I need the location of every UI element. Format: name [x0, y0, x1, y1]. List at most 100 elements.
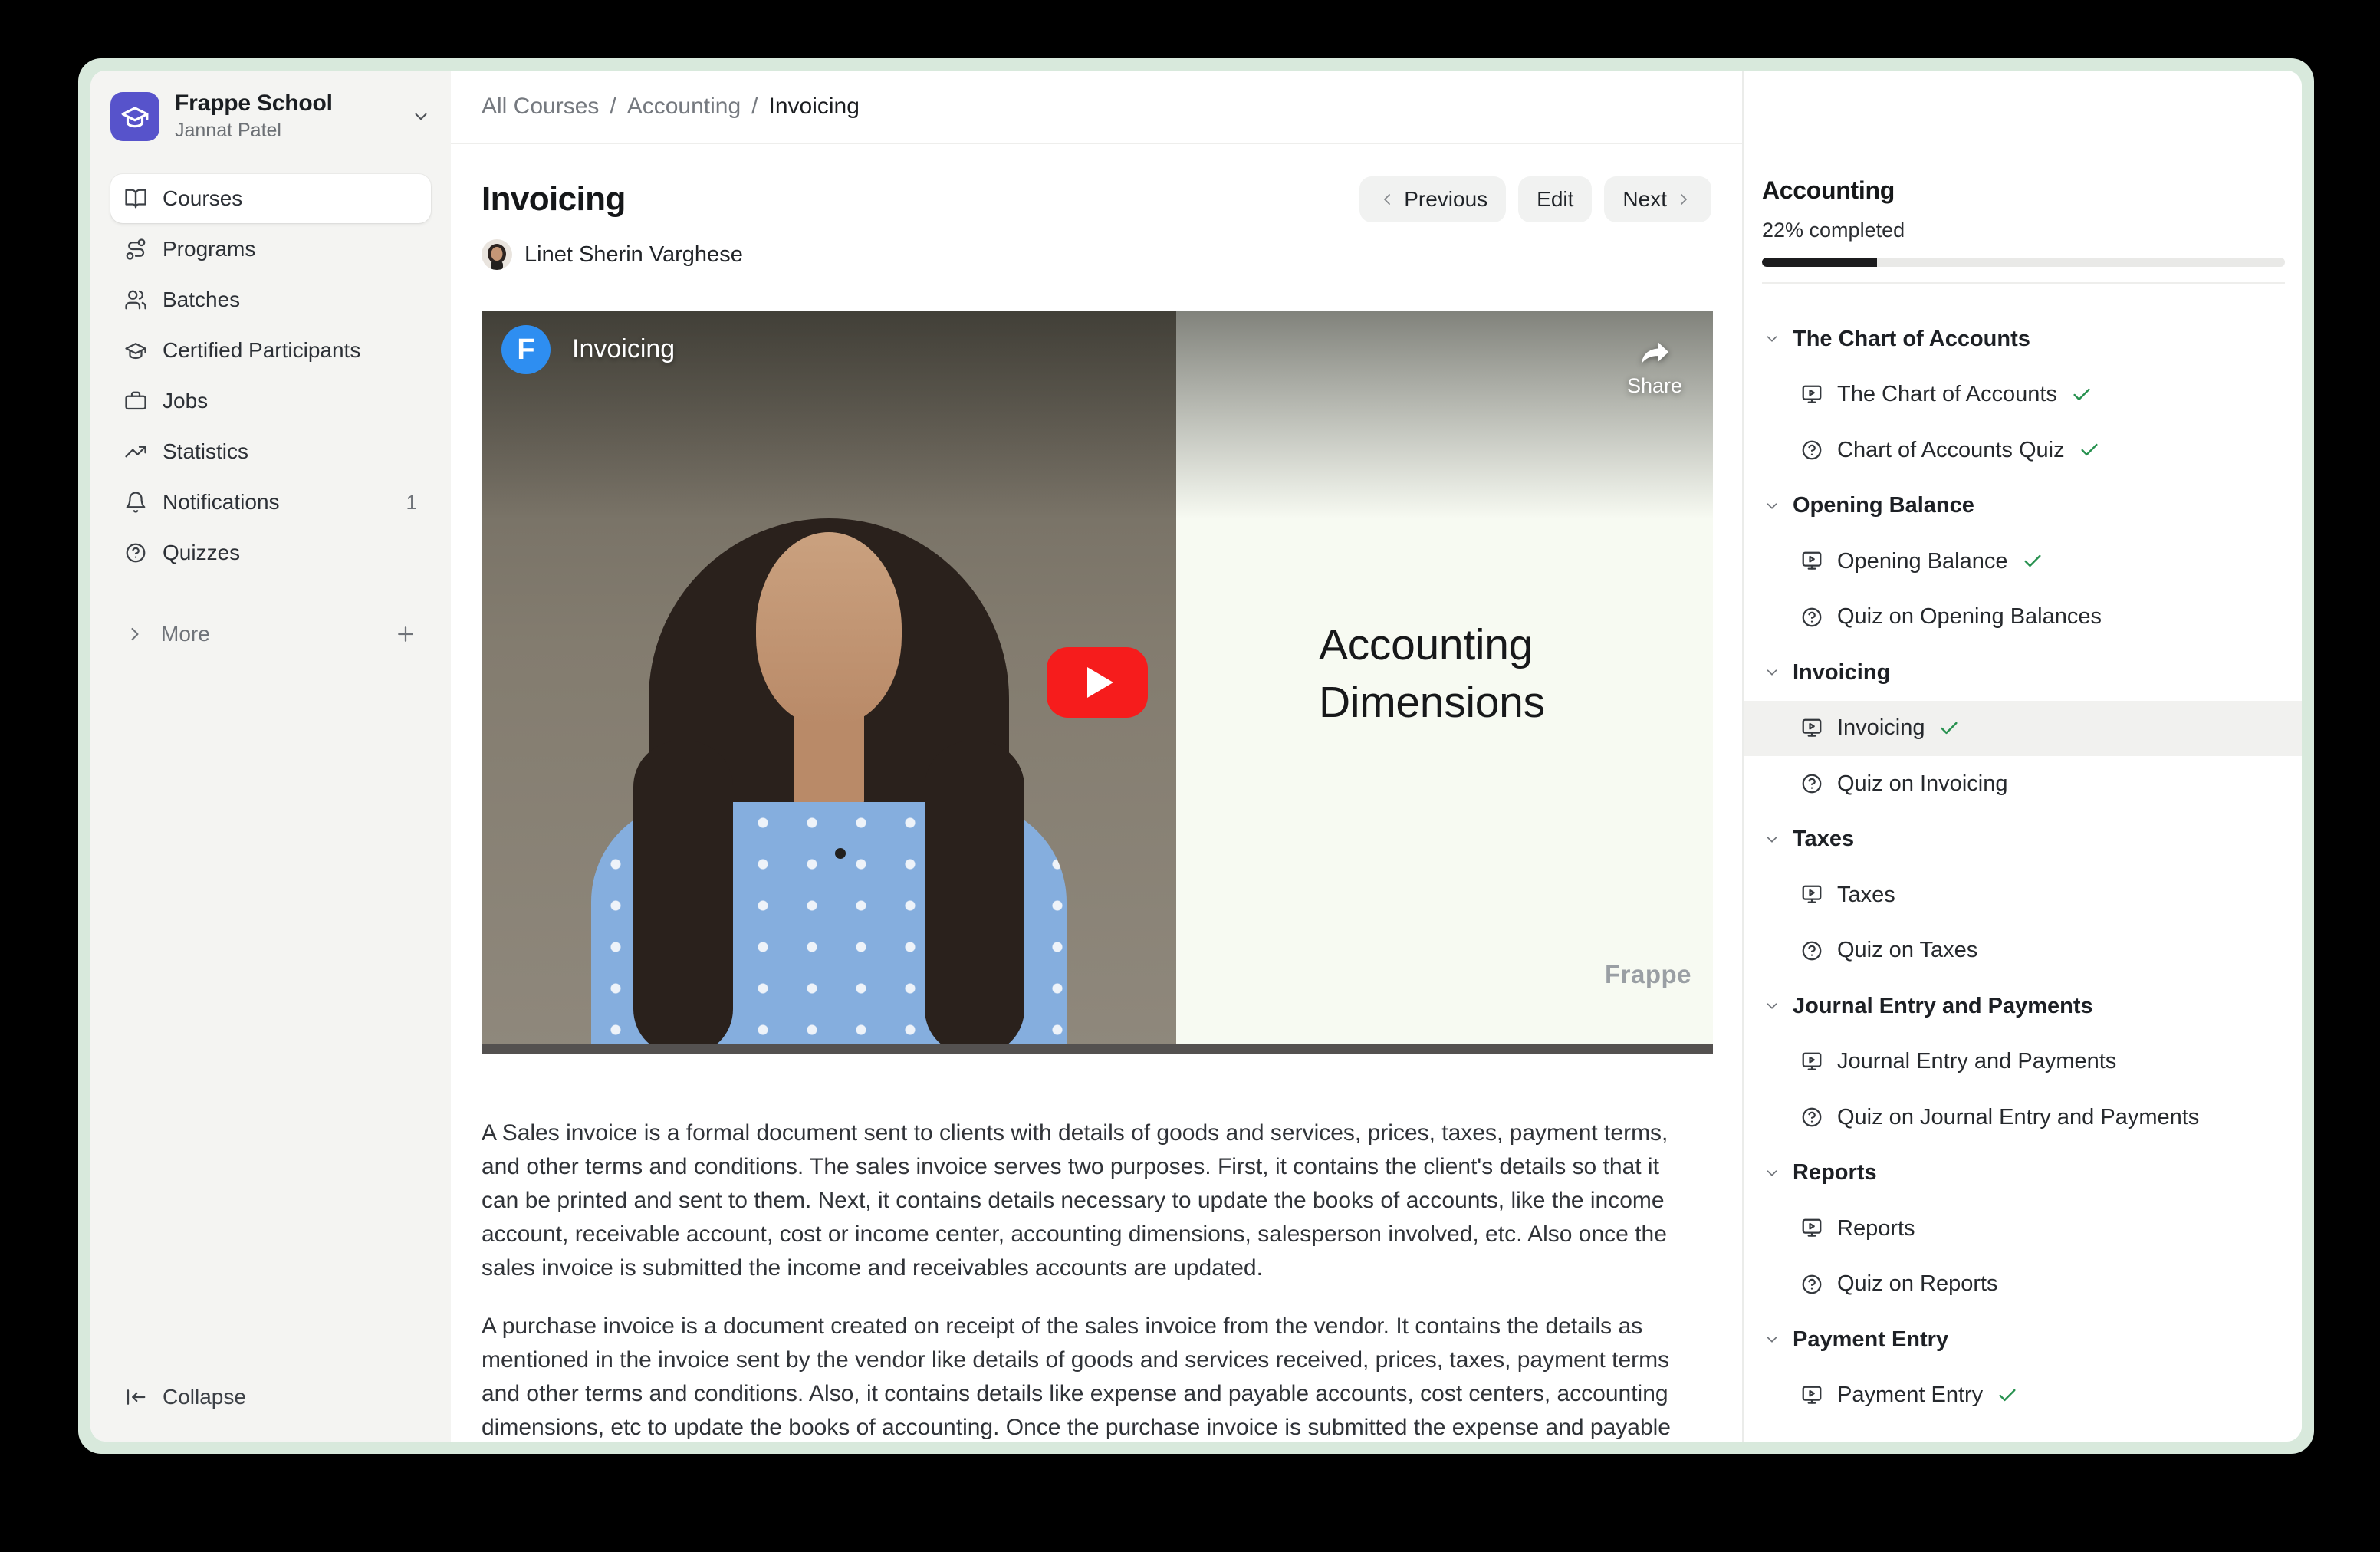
workspace-switcher[interactable]: Frappe School Jannat Patel	[90, 71, 451, 142]
outline-item-quiz-on-taxes[interactable]: Quiz on Taxes	[1744, 923, 2302, 979]
quiz-icon	[1800, 439, 1823, 462]
school-logo	[110, 92, 159, 141]
outline-section-payment-entry[interactable]: Payment Entry	[1744, 1312, 2302, 1368]
breadcrumb-separator: /	[751, 94, 758, 120]
outline-item-opening-balance[interactable]: Opening Balance	[1744, 534, 2302, 590]
breadcrumb-accounting[interactable]: Accounting	[627, 94, 741, 120]
sidebar-more[interactable]: More	[110, 610, 431, 659]
outline-item-invoicing[interactable]: Invoicing	[1744, 701, 2302, 757]
video-player[interactable]: Accounting Dimensions Frappe F Invoicing…	[482, 311, 1713, 1054]
outline-item-label: Quiz on Invoicing	[1837, 771, 2007, 797]
outline-item-quiz-on-invoicing[interactable]: Quiz on Invoicing	[1744, 756, 2302, 812]
collapse-icon	[124, 1386, 147, 1409]
lesson-paragraph: A purchase invoice is a document created…	[482, 1310, 1693, 1442]
course-title: Accounting	[1762, 176, 2285, 205]
graduation-cap-icon	[120, 102, 150, 131]
app-window: Frappe School Jannat Patel Courses Progr…	[90, 71, 2302, 1442]
video-title[interactable]: Invoicing	[572, 334, 675, 364]
lesson-paragraph: A Sales invoice is a formal document sen…	[482, 1116, 1693, 1285]
sidebar-item-label: Courses	[163, 186, 417, 211]
chevron-down-icon	[1764, 998, 1780, 1014]
outline-item-label: Chart of Accounts Quiz	[1837, 438, 2065, 463]
outline-section-the-chart-of-accounts[interactable]: The Chart of Accounts	[1744, 311, 2302, 367]
edit-button[interactable]: Edit	[1518, 176, 1592, 222]
share-icon	[1637, 336, 1672, 371]
outline-item-label: Taxes	[1837, 883, 1895, 908]
outline-section-invoicing[interactable]: Invoicing	[1744, 645, 2302, 701]
outline-item-payment-entry[interactable]: Payment Entry	[1744, 1368, 2302, 1424]
sidebar-spacer	[90, 659, 451, 1373]
video-lesson-icon	[1800, 1051, 1823, 1074]
chevron-down-icon	[411, 107, 431, 127]
desktop-background: Frappe School Jannat Patel Courses Progr…	[0, 0, 2380, 1552]
presenter-mic	[835, 848, 846, 859]
course-outline-header: Accounting 22% completed	[1744, 71, 2302, 284]
slide-title-line1: Accounting	[1319, 617, 1545, 674]
outline-item-reports[interactable]: Reports	[1744, 1201, 2302, 1257]
breadcrumb: All Courses / Accounting / Invoicing	[482, 94, 860, 120]
outline-item-taxes[interactable]: Taxes	[1744, 867, 2302, 923]
chevron-left-icon	[1378, 190, 1396, 209]
sidebar-item-notifications[interactable]: Notifications 1	[110, 478, 431, 527]
route-icon	[124, 238, 147, 261]
previous-button[interactable]: Previous	[1359, 176, 1506, 222]
collapse-button[interactable]: Collapse	[110, 1373, 431, 1422]
breadcrumb-all-courses[interactable]: All Courses	[482, 94, 599, 120]
chevron-down-icon	[1764, 1331, 1780, 1348]
outline-item-quiz-on-journal-entry-and-payments[interactable]: Quiz on Journal Entry and Payments	[1744, 1090, 2302, 1146]
outline-item-label: Quiz on Opening Balances	[1837, 604, 2102, 630]
video-lesson-icon	[1800, 550, 1823, 573]
sidebar-item-quizzes[interactable]: Quizzes	[110, 528, 431, 577]
sidebar-item-statistics[interactable]: Statistics	[110, 427, 431, 476]
outline-item-quiz-on-opening-balances[interactable]: Quiz on Opening Balances	[1744, 590, 2302, 646]
outline-item-chart-of-accounts-quiz[interactable]: Chart of Accounts Quiz	[1744, 423, 2302, 478]
share-label: Share	[1627, 374, 1682, 398]
share-button[interactable]: Share	[1627, 336, 1682, 398]
quiz-icon	[1800, 939, 1823, 962]
sidebar-item-courses[interactable]: Courses	[110, 174, 431, 223]
presenter-face	[756, 532, 902, 725]
progress-bar-fill	[1762, 258, 1877, 267]
outline-item-journal-entry-and-payments[interactable]: Journal Entry and Payments	[1744, 1034, 2302, 1090]
quiz-icon	[1800, 1273, 1823, 1296]
author-name: Linet Sherin Varghese	[524, 242, 743, 268]
outline-item-label: Quiz on Taxes	[1837, 938, 1977, 963]
sidebar-item-certified-participants[interactable]: Certified Participants	[110, 326, 431, 375]
author: Linet Sherin Varghese	[482, 239, 1711, 270]
play-button[interactable]	[1047, 647, 1148, 718]
video-progress-bar[interactable]	[482, 1044, 1713, 1054]
outline-item-quiz-on-reports[interactable]: Quiz on Reports	[1744, 1257, 2302, 1313]
course-outline-panel: Accounting 22% completed The Chart of Ac…	[1744, 71, 2302, 1442]
sidebar-item-batches[interactable]: Batches	[110, 275, 431, 324]
course-outline-list: The Chart of Accounts The Chart of Accou…	[1744, 311, 2302, 1442]
outline-item-label: Opening Balance	[1837, 549, 2008, 574]
presenter-hair-strand	[633, 741, 733, 1054]
lesson-content: Invoicing Previous Edit Next	[451, 144, 1742, 1442]
outline-section-label: Payment Entry	[1793, 1327, 1948, 1353]
add-button[interactable]	[394, 623, 417, 646]
next-button[interactable]: Next	[1604, 176, 1711, 222]
grad-cap-icon	[124, 339, 147, 362]
sidebar-item-programs[interactable]: Programs	[110, 225, 431, 274]
chevron-down-icon	[1764, 831, 1780, 848]
school-name: Frappe School	[175, 90, 396, 117]
avatar	[482, 239, 512, 270]
outline-section-reports[interactable]: Reports	[1744, 1146, 2302, 1202]
previous-label: Previous	[1404, 187, 1488, 212]
topbar: All Courses / Accounting / Invoicing	[451, 71, 1742, 144]
briefcase-icon	[124, 390, 147, 413]
sidebar: Frappe School Jannat Patel Courses Progr…	[90, 71, 451, 1442]
sidebar-item-jobs[interactable]: Jobs	[110, 376, 431, 426]
outline-section-journal-entry-and-payments[interactable]: Journal Entry and Payments	[1744, 978, 2302, 1034]
outline-section-taxes[interactable]: Taxes	[1744, 812, 2302, 868]
slide-title-line2: Dimensions	[1319, 674, 1545, 732]
outline-item-the-chart-of-accounts[interactable]: The Chart of Accounts	[1744, 367, 2302, 423]
outline-section-label: Invoicing	[1793, 660, 1890, 686]
outline-section-opening-balance[interactable]: Opening Balance	[1744, 478, 2302, 534]
video-channel-logo[interactable]: F	[501, 325, 551, 374]
progress-label: 22% completed	[1762, 219, 2285, 242]
outline-item-label: Reports	[1837, 1216, 1915, 1241]
workspace-titles: Frappe School Jannat Patel	[175, 90, 396, 142]
outline-section-label: The Chart of Accounts	[1793, 327, 2030, 352]
sidebar-nav: Courses Programs Batches Certified Parti…	[110, 174, 431, 577]
